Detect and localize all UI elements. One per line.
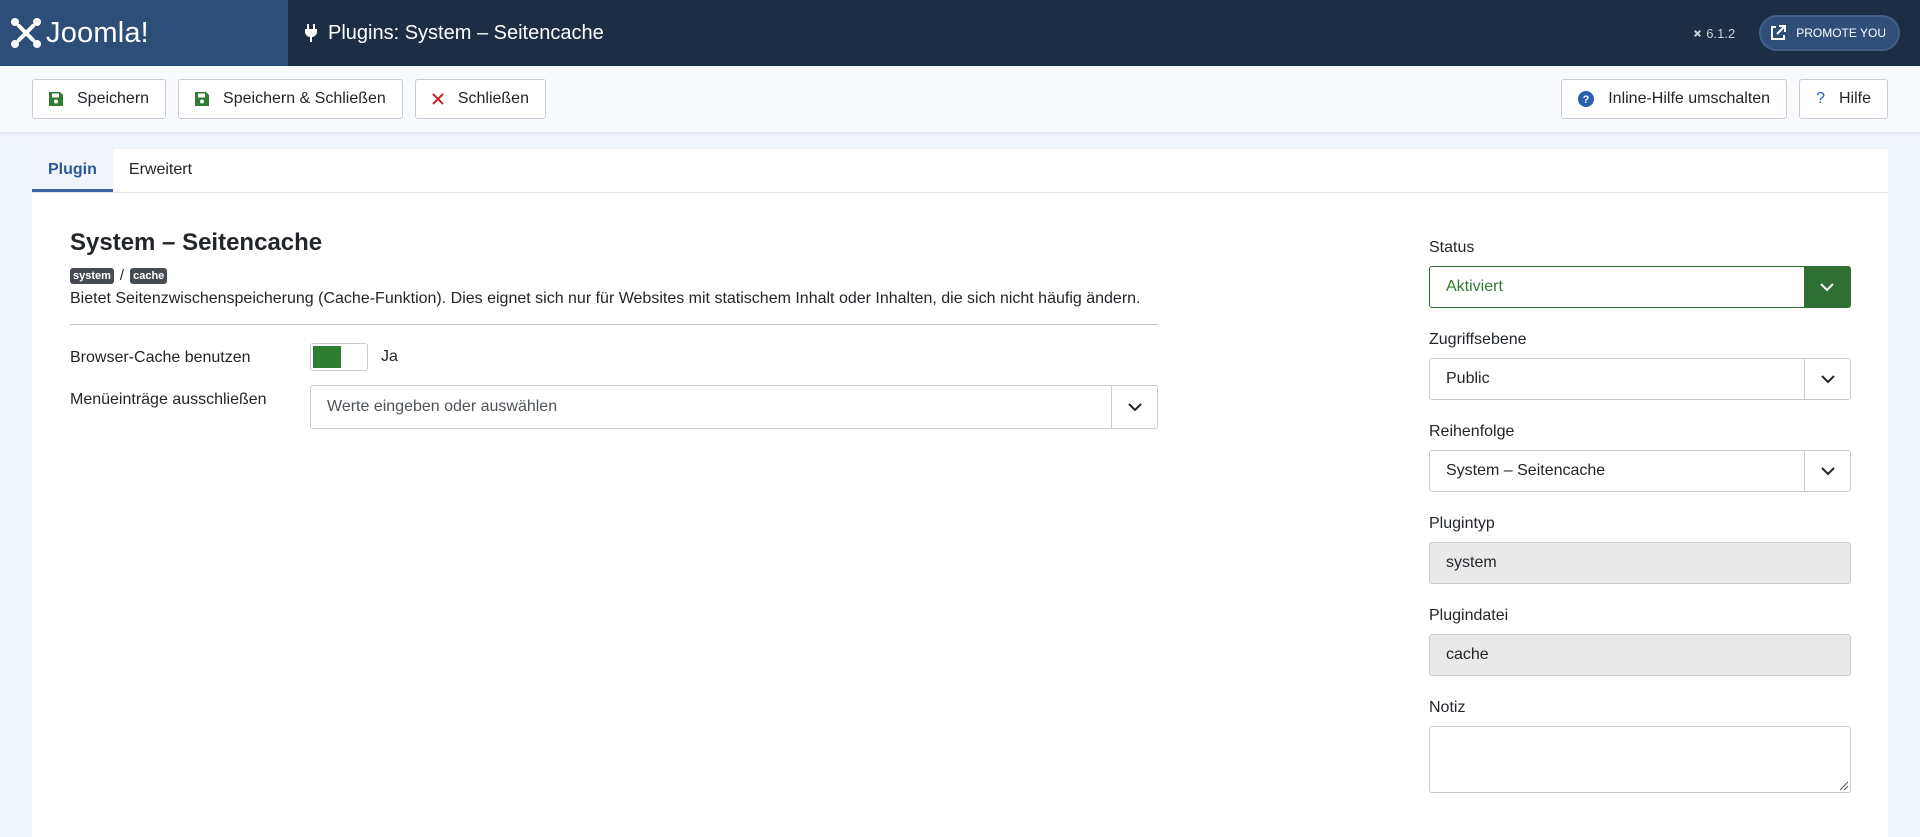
version-text: 6.1.2 [1706, 25, 1736, 41]
help-button[interactable]: ? Hilfe [1799, 79, 1888, 119]
joomla-logo[interactable]: Joomla! [0, 0, 288, 66]
question-circle-icon: ? [1578, 91, 1595, 107]
question-icon: ? [1816, 90, 1825, 107]
plug-icon [305, 24, 317, 42]
joomla-logo-icon [11, 18, 41, 48]
note-textarea[interactable] [1429, 726, 1851, 793]
browser-cache-row: Browser-Cache benutzen Ja [70, 343, 1158, 371]
plugin-file-value: cache [1446, 646, 1489, 663]
plugin-title: System – Seitencache [70, 229, 323, 256]
help-label: Hilfe [1838, 90, 1871, 107]
access-select[interactable]: Public [1429, 358, 1851, 400]
exclude-menu-placeholder: Werte eingeben oder auswählen [327, 398, 558, 415]
top-header: Joomla! Plugins: System – Seitencache 6.… [0, 0, 1920, 66]
save-icon [195, 92, 210, 106]
badge-element: cache [130, 267, 168, 284]
save-icon [49, 92, 63, 106]
tab-bar: Plugin Erweitert [32, 149, 1888, 193]
toggle-switch[interactable] [310, 343, 368, 371]
plugin-description: Bietet Seitenzwischenspeicherung (Cache-… [70, 290, 1158, 325]
plugin-form-card: Plugin Erweitert System – Seitencache sy… [32, 149, 1888, 837]
version-badge[interactable]: 6.1.2 [1692, 26, 1735, 41]
browser-cache-value: Ja [381, 348, 398, 365]
joomla-small-icon [1694, 29, 1702, 37]
promote-label: PROMOTE YOU [1796, 26, 1886, 40]
browser-cache-switch[interactable]: Ja [310, 343, 398, 371]
save-close-label: Speichern & Schließen [223, 90, 386, 107]
logo-text: Joomla! [46, 16, 149, 49]
close-icon [432, 93, 444, 105]
exclude-menu-label: Menüeinträge ausschließen [70, 391, 267, 408]
inline-help-label: Inline-Hilfe umschalten [1608, 90, 1771, 107]
close-label: Schließen [457, 90, 529, 107]
status-label: Status [1429, 239, 1475, 256]
chevron-down-icon[interactable] [1111, 386, 1157, 428]
inline-help-button[interactable]: ? Inline-Hilfe umschalten [1561, 79, 1788, 119]
access-value: Public [1446, 370, 1490, 387]
page-title-text: Plugins: System – Seitencache [328, 21, 604, 44]
close-button[interactable]: Schließen [414, 79, 546, 119]
tab-plugin[interactable]: Plugin [32, 149, 113, 192]
chevron-down-icon [1804, 267, 1850, 307]
badge-group: system [70, 267, 114, 284]
save-close-button[interactable]: Speichern & Schließen [178, 79, 403, 119]
chevron-down-icon [1804, 451, 1850, 491]
side-column: Status Aktiviert Zugriffsebene Public Re… [1429, 239, 1851, 793]
chevron-down-icon [1804, 359, 1850, 399]
browser-cache-label: Browser-Cache benutzen [70, 349, 251, 366]
plugin-file-field: cache [1429, 634, 1851, 676]
main-column: System – Seitencache system / cache Biet… [70, 229, 1158, 429]
access-label: Zugriffsebene [1429, 331, 1527, 348]
svg-text:?: ? [1583, 94, 1590, 106]
note-label: Notiz [1429, 699, 1466, 716]
plugin-type-field: system [1429, 542, 1851, 584]
exclude-menu-select[interactable]: Werte eingeben oder auswählen [310, 385, 1158, 429]
exclude-menu-row: Menüeinträge ausschließen Werte eingeben… [70, 385, 1158, 429]
plugin-type-label: Plugintyp [1429, 515, 1495, 532]
ordering-select[interactable]: System – Seitencache [1429, 450, 1851, 492]
ordering-label: Reihenfolge [1429, 423, 1515, 440]
tab-advanced[interactable]: Erweitert [113, 149, 208, 192]
ordering-value: System – Seitencache [1446, 462, 1606, 479]
save-button[interactable]: Speichern [32, 79, 167, 119]
status-select[interactable]: Aktiviert [1429, 266, 1851, 308]
status-value: Aktiviert [1446, 278, 1503, 295]
page-title: Plugins: System – Seitencache [304, 22, 604, 45]
toolbar: Speichern Speichern & Schließen Schließe… [0, 66, 1920, 132]
plugin-file-label: Plugindatei [1429, 607, 1509, 624]
save-label: Speichern [77, 90, 150, 107]
plugin-type-value: system [1446, 554, 1497, 571]
badge-separator: / [119, 267, 125, 284]
external-link-icon [1771, 25, 1787, 40]
promote-button[interactable]: PROMOTE YOU [1759, 15, 1900, 51]
resize-handle-icon[interactable] [1837, 779, 1849, 791]
plugin-badges: system / cache [70, 267, 1158, 284]
